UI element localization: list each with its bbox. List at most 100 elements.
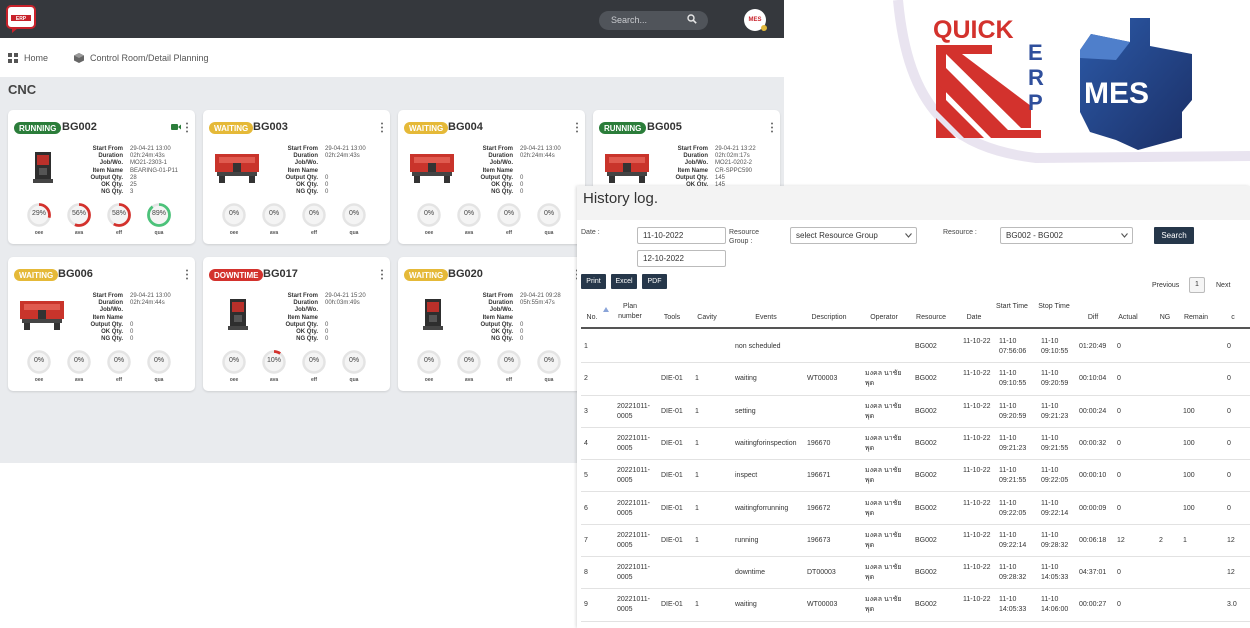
info-value: BEARING-01-P11 [130,167,178,174]
table-cell: มงคล นาชัยพุด [865,434,902,452]
machine-card[interactable]: WAITING BG020 Start From 29-04-21 09:28 Dura… [398,257,585,391]
print-button[interactable]: Print [581,274,606,289]
column-header[interactable]: Start Time [995,302,1029,312]
table-cell: 0 [1117,504,1121,512]
history-header: History log. [577,186,1250,220]
kpi-gauge: 0% oee [222,203,246,236]
column-header[interactable]: Date [959,313,989,323]
pager-current-page[interactable]: 1 [1189,277,1205,293]
machine-card[interactable]: DOWNTIME BG017 Start From 29-04-21 15:20 Dur… [203,257,390,391]
table-cell: BG002 [915,375,937,383]
table-row[interactable]: 5 20221011-0005 DIE-01 1 inspect 196671 มงคล น… [581,460,1250,493]
date-from-input[interactable]: 11-10-2022 [637,227,726,244]
machine-card[interactable]: WAITING BG006 Start From 29-04-21 13:00 Dura… [8,257,195,391]
table-cell: 11-10-22 [963,467,991,475]
table-cell: 12 [1227,536,1235,544]
gauge-value: 58% [111,210,126,217]
column-header[interactable]: Events [731,313,801,323]
info-label: Duration [98,300,123,307]
search-icon[interactable] [687,14,697,24]
info-label: Output Qty. [675,174,708,181]
column-header[interactable]: Description [803,313,855,323]
machine-card[interactable]: WAITING BG003 Start From 29-04-21 13:00 Dura… [203,110,390,244]
table-cell: 1 [695,601,699,609]
more-menu-icon[interactable] [770,122,774,133]
info-value: MO21-2303-1 [130,160,168,167]
more-menu-icon[interactable] [185,122,189,133]
table-cell: 11-10-22 [963,564,991,572]
table-cell: BG002 [915,569,937,577]
app-logo[interactable]: ERP [6,5,38,33]
table-row[interactable]: 6 20221011-0005 DIE-01 1 waitingforrunning 19… [581,493,1250,525]
status-badge: WAITING [14,269,59,281]
date-to-input[interactable]: 12-10-2022 [637,250,726,267]
pdf-button[interactable]: PDF [642,274,667,289]
table-cell: 2 [584,375,588,383]
table-cell: 0 [1227,439,1231,447]
pager-previous[interactable]: Previous [1152,282,1179,289]
info-value: 25 [130,182,137,189]
info-label: OK Qty. [491,329,513,336]
kpi-gauge: 0% eff [302,350,326,383]
column-header[interactable]: No. [581,313,603,323]
table-row[interactable]: 3 20221011-0005 DIE-01 1 setting มงคล นาชัยพุ… [581,396,1250,428]
table-row[interactable]: 2 DIE-01 1 waiting WT00003 มงคล นาชัยพุด BG002… [581,363,1250,396]
more-menu-icon[interactable] [185,269,189,280]
column-header[interactable]: Plan number [613,302,647,322]
column-header[interactable]: Cavity [691,313,723,323]
table-row[interactable]: 8 20221011-0005 downtime DT00003 มงคล นาชัยพ… [581,557,1250,590]
column-header[interactable]: Diff [1075,313,1111,323]
table-row[interactable]: 4 20221011-0005 DIE-01 1 waitingforinspectio… [581,428,1250,461]
user-avatar[interactable]: MES [744,9,767,31]
info-label: OK Qty. [101,329,123,336]
table-cell: BG002 [915,472,937,480]
machine-info: Start From 29-04-21 13:00 Duration 02h:24m:… [460,146,560,196]
table-cell: มงคล นาชัยพุด [865,467,902,485]
excel-button[interactable]: Excel [611,274,637,289]
camera-icon[interactable] [171,123,181,131]
column-header[interactable]: Actual [1113,313,1143,323]
gauge-label: qua [349,230,359,236]
nav-home[interactable]: Home [8,53,48,63]
search-button[interactable]: Search [1154,227,1194,244]
sort-asc-icon[interactable] [603,307,609,312]
nav-planning[interactable]: Control Room/Detail Planning [74,53,209,63]
resource-select[interactable]: BG002 - BG002 [1000,227,1133,244]
column-header[interactable]: Resource [911,313,951,323]
gauge-label: ava [269,377,279,383]
table-cell: 11-10 09:10:55 [1041,338,1069,355]
status-badge: RUNNING [14,122,62,134]
info-value: 0 [520,321,524,328]
machine-card[interactable]: RUNNING BG002 Start From 29-04-21 13:00 Dura… [8,110,195,244]
column-header[interactable]: Remain [1179,313,1213,323]
table-cell: 0 [1117,407,1121,415]
info-label: NG Qty. [296,189,318,196]
more-menu-icon[interactable] [575,122,579,133]
more-menu-icon[interactable] [380,269,384,280]
gauge-value: 0% [543,210,555,217]
machine-card[interactable]: WAITING BG004 Start From 29-04-21 13:00 Dura… [398,110,585,244]
table-row[interactable]: 7 20221011-0005 DIE-01 1 running 196673 มงคล น… [581,525,1250,558]
column-header[interactable]: Tools [657,313,687,323]
info-label: NG Qty. [491,336,513,343]
column-header[interactable]: Stop Time [1037,302,1071,312]
table-row[interactable]: 1 non scheduled BG002 11-10-22 11-10 07:56:0… [581,331,1250,364]
table-row[interactable]: 9 20221011-0005 DIE-01 1 waiting WT00003 มงคล … [581,589,1250,622]
table-cell: 1 [695,536,699,544]
history-title: History log. [583,190,659,207]
resource-group-select[interactable]: select Resource Group [790,227,917,244]
info-value: MO21-0202-2 [715,160,753,167]
info-label: Item Name [482,314,513,321]
machine-image [213,295,261,331]
gauge-label: oee [229,230,239,236]
info-label: Start From [287,146,318,152]
info-value: 0 [325,189,329,196]
pager-next[interactable]: Next [1216,282,1230,289]
info-label: NG Qty. [101,336,123,343]
table-cell: waitingforinspection [735,439,797,447]
column-header[interactable]: c [1223,313,1243,323]
column-header[interactable]: Operator [861,313,907,323]
column-header[interactable]: NG [1155,313,1175,323]
search-input[interactable]: Search... [599,11,708,30]
more-menu-icon[interactable] [380,122,384,133]
